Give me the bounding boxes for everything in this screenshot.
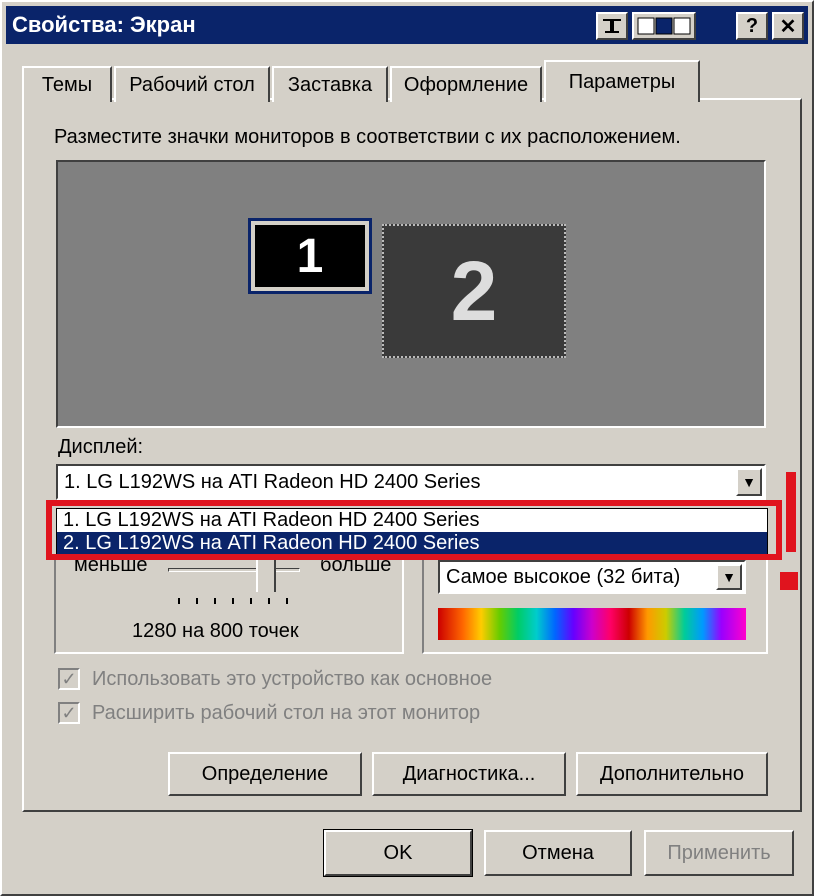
- monitor-1-number: 1: [255, 225, 365, 287]
- slider-tick: [232, 598, 234, 604]
- ok-button[interactable]: OK: [323, 829, 473, 877]
- slider-tick: [214, 598, 216, 604]
- slider-tick: [250, 598, 252, 604]
- slider-tick: [196, 598, 198, 604]
- window-title: Свойства: Экран: [12, 12, 196, 37]
- color-quality-select[interactable]: Самое высокое (32 бита) ▼: [438, 560, 746, 594]
- instruction-text: Разместите значки мониторов в соответств…: [54, 126, 681, 148]
- display-label: Дисплей:: [58, 436, 144, 458]
- advanced-button[interactable]: Дополнительно: [576, 752, 768, 796]
- extend-desktop-checkbox[interactable]: ✓: [58, 702, 80, 724]
- display-properties-window: Свойства: Экран ? ✕ Темы Рабочий стол За…: [0, 0, 814, 896]
- red-marker-bar: [786, 472, 796, 552]
- red-marker-dot: [780, 572, 798, 590]
- tab-screensaver[interactable]: Заставка: [272, 66, 388, 102]
- chevron-down-icon[interactable]: ▼: [716, 564, 742, 590]
- monitor-1-icon[interactable]: 1: [248, 218, 372, 294]
- taskbar-icons[interactable]: [632, 12, 696, 40]
- slider-tick: [268, 598, 270, 604]
- tab-settings[interactable]: Параметры: [544, 60, 700, 102]
- apply-button[interactable]: Применить: [644, 830, 794, 876]
- title-bar: Свойства: Экран ? ✕: [6, 6, 808, 44]
- display-select[interactable]: 1. LG L192WS на ATI Radeon HD 2400 Serie…: [56, 464, 766, 500]
- resolution-slider-track[interactable]: [168, 568, 300, 572]
- tab-themes[interactable]: Темы: [22, 66, 112, 102]
- primary-device-label: Использовать это устройство как основное: [92, 668, 493, 690]
- close-button[interactable]: ✕: [772, 12, 804, 40]
- help-button[interactable]: ?: [736, 12, 768, 40]
- extend-desktop-label: Расширить рабочий стол на этот монитор: [92, 702, 481, 724]
- red-highlight-frame: [46, 500, 782, 560]
- tab-strip: Темы Рабочий стол Заставка Оформление Па…: [22, 60, 802, 102]
- tab-desktop[interactable]: Рабочий стол: [114, 66, 270, 102]
- troubleshoot-button[interactable]: Диагностика...: [372, 752, 566, 796]
- tab-appearance[interactable]: Оформление: [390, 66, 542, 102]
- monitor-2-icon[interactable]: 2: [382, 224, 566, 358]
- chevron-down-icon[interactable]: ▼: [736, 468, 762, 496]
- slider-tick: [286, 598, 288, 604]
- pin-icon[interactable]: [596, 12, 628, 40]
- color-quality-value: Самое высокое (32 бита): [446, 565, 681, 588]
- display-selected-value: 1. LG L192WS на ATI Radeon HD 2400 Serie…: [64, 470, 481, 493]
- primary-device-checkbox[interactable]: ✓: [58, 668, 80, 690]
- identify-button[interactable]: Определение: [168, 752, 362, 796]
- slider-tick: [178, 598, 180, 604]
- cancel-button[interactable]: Отмена: [484, 830, 632, 876]
- color-palette-preview: [438, 608, 746, 640]
- resolution-value: 1280 на 800 точек: [132, 620, 299, 642]
